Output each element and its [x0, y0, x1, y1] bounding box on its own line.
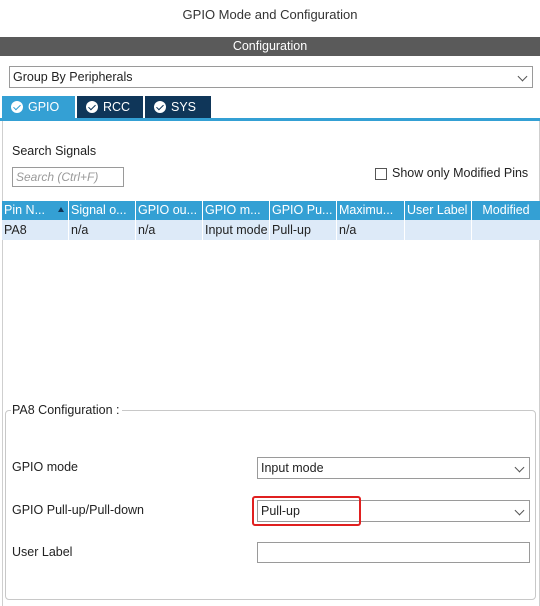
- tab-gpio[interactable]: GPIO: [2, 96, 75, 118]
- peripheral-tabs: GPIO RCC SYS: [0, 96, 540, 118]
- column-label: Maximu...: [339, 203, 394, 217]
- check-circle-icon: [154, 101, 166, 113]
- column-header-signal[interactable]: Signal o...: [69, 201, 136, 220]
- tab-rcc[interactable]: RCC: [77, 96, 143, 118]
- cell-signal: n/a: [69, 220, 136, 240]
- user-label-label: User Label: [12, 545, 73, 559]
- cell-gpio-output: n/a: [136, 220, 203, 240]
- group-by-select[interactable]: Group By Peripherals: [9, 66, 533, 88]
- column-label: GPIO ou...: [138, 203, 198, 217]
- column-header-gpio-mode[interactable]: GPIO m...: [203, 201, 270, 220]
- cell-gpio-pull: Pull-up: [270, 220, 337, 240]
- cell-user-label: [405, 220, 472, 240]
- show-modified-checkbox[interactable]: [375, 168, 387, 180]
- search-signals-label: Search Signals: [12, 144, 97, 158]
- column-label: GPIO m...: [205, 203, 261, 217]
- column-label: Pin N...: [4, 203, 45, 217]
- search-input[interactable]: [12, 167, 124, 187]
- column-label: User Label: [407, 203, 468, 217]
- check-circle-icon: [86, 101, 98, 113]
- chevron-down-icon: [514, 462, 525, 473]
- sort-up-icon: [58, 207, 64, 212]
- table-header: Pin N... Signal o... GPIO ou... GPIO m..…: [2, 201, 540, 220]
- table-row[interactable]: PA8 n/a n/a Input mode Pull-up n/a: [2, 220, 540, 240]
- cell-maximum: n/a: [337, 220, 405, 240]
- window-title: GPIO Mode and Configuration: [182, 7, 358, 22]
- gpio-pull-label: GPIO Pull-up/Pull-down: [12, 503, 145, 517]
- chevron-down-icon: [517, 71, 528, 82]
- column-header-gpio-pull[interactable]: GPIO Pu...: [270, 201, 337, 220]
- pin-configuration-title: PA8 Configuration :: [11, 403, 123, 417]
- gpio-mode-label: GPIO mode: [12, 460, 78, 474]
- column-label: Signal o...: [71, 203, 127, 217]
- tab-label: GPIO: [28, 100, 60, 114]
- highlight-box: [252, 496, 361, 526]
- column-label: GPIO Pu...: [272, 203, 333, 217]
- column-label: Modified: [482, 203, 530, 217]
- user-label-input[interactable]: [257, 542, 530, 563]
- cell-pin: PA8: [2, 220, 69, 240]
- show-modified-label: Show only Modified Pins: [392, 166, 529, 180]
- column-header-user-label[interactable]: User Label: [405, 201, 472, 220]
- column-header-gpio-output[interactable]: GPIO ou...: [136, 201, 203, 220]
- check-circle-icon: [11, 101, 23, 113]
- tab-label: SYS: [171, 100, 197, 114]
- gpio-mode-value: Input mode: [261, 461, 324, 475]
- group-by-value: Group By Peripherals: [13, 70, 133, 84]
- gpio-mode-select[interactable]: Input mode: [257, 457, 530, 479]
- cell-gpio-mode: Input mode: [203, 220, 270, 240]
- column-header-modified[interactable]: Modified: [472, 201, 540, 220]
- tab-sys[interactable]: SYS: [145, 96, 211, 118]
- cell-modified: [472, 220, 540, 240]
- configuration-header: Configuration: [0, 37, 540, 56]
- tab-label: RCC: [103, 100, 131, 114]
- column-header-maximum[interactable]: Maximu...: [337, 201, 405, 220]
- column-header-pin[interactable]: Pin N...: [2, 201, 69, 220]
- chevron-down-icon: [514, 505, 525, 516]
